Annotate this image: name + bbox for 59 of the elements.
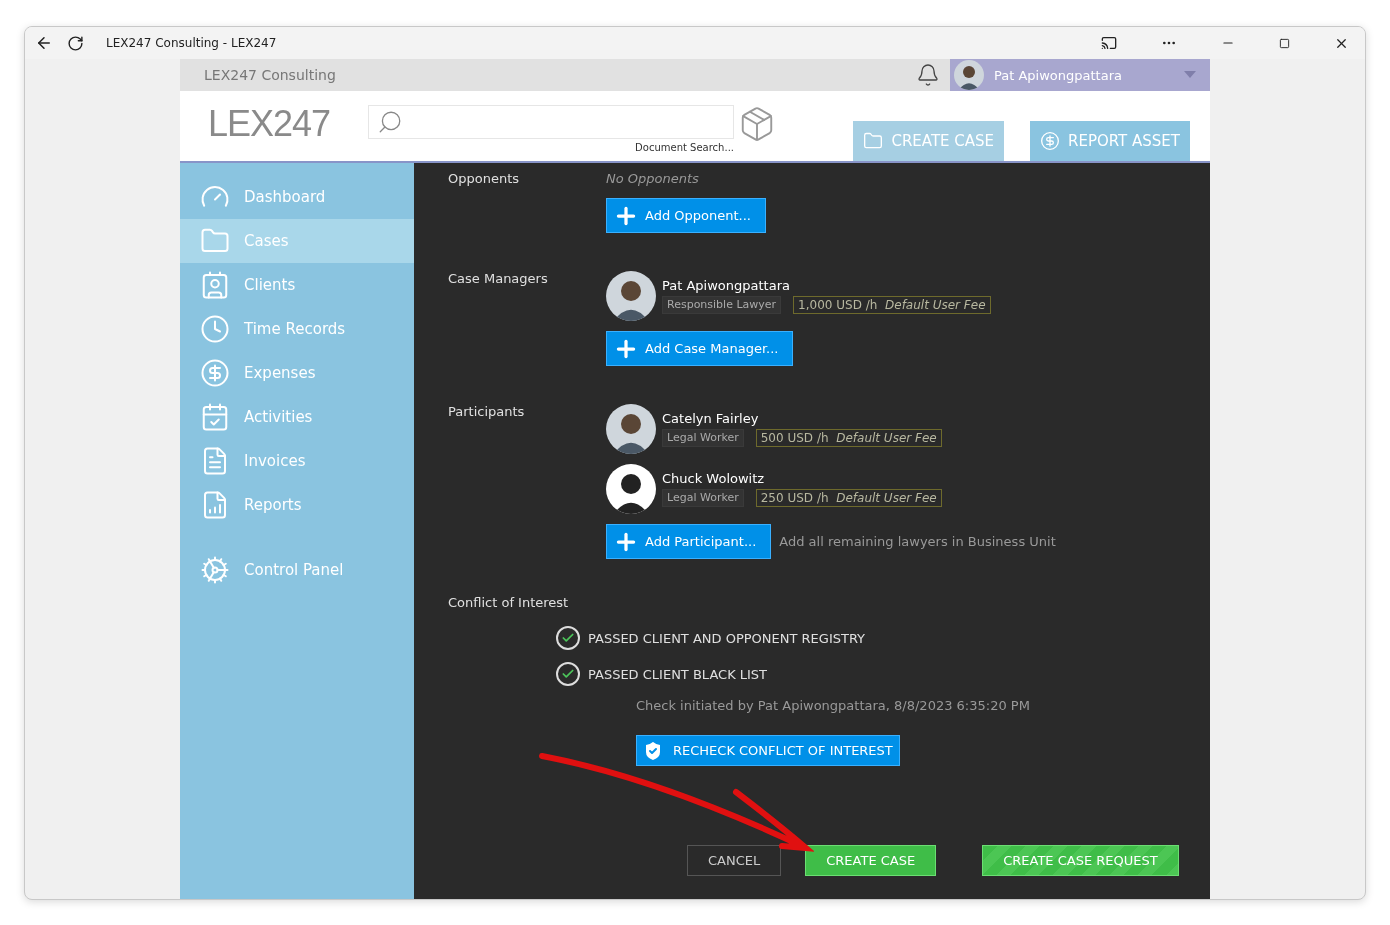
sidebar-item[interactable]: Control Panel (180, 548, 414, 592)
section-label: Opponents (448, 171, 521, 188)
user-menu[interactable]: Pat Apiwongpattara (950, 59, 1210, 91)
bell-icon[interactable] (916, 63, 940, 87)
dollar-icon (1040, 131, 1061, 151)
back-icon[interactable] (35, 34, 53, 52)
avatar (606, 404, 656, 454)
role-tag: Legal Worker (662, 429, 744, 447)
fee-rate: 500 USD /h Default User Fee (755, 429, 942, 447)
action-button[interactable]: CREATE CASE (805, 845, 937, 876)
sidebar-item[interactable]: Expenses (180, 351, 414, 395)
search-field[interactable] (368, 105, 734, 139)
maximize-icon[interactable] (1279, 37, 1290, 49)
folder-icon (863, 131, 884, 151)
section-label: Case Managers (448, 271, 549, 288)
sidebar-item[interactable]: Dashboard (180, 175, 414, 219)
person-name: Catelyn Fairley (662, 411, 760, 426)
sidebar-item[interactable]: Clients (180, 263, 414, 307)
person-name: Pat Apiwongpattara (662, 278, 791, 293)
empty-message: No Opponents (606, 171, 699, 186)
check-result: PASSED CLIENT AND OPPONENT REGISTRY (588, 630, 866, 646)
window-title: LEX247 Consulting - LEX247 (106, 36, 278, 50)
avatar (606, 271, 656, 321)
logo: LEX247 (208, 103, 332, 145)
check-result: PASSED CLIENT BLACK LIST (588, 666, 768, 682)
section-label: Participants (448, 404, 526, 421)
add-opponent-button[interactable]: Add Opponent... (606, 198, 766, 233)
avatar (954, 60, 984, 90)
role-tag: Responsible Lawyer (662, 296, 782, 314)
fee-rate: 250 USD /h Default User Fee (755, 489, 942, 507)
check-info: Check initiated by Pat Apiwongpattara, 8/8/2023 6:35:20 PM (636, 698, 1031, 713)
cast-icon[interactable] (1101, 35, 1117, 51)
contact-card-icon (200, 270, 230, 300)
person-name: Chuck Wolowitz (662, 471, 766, 486)
sidebar-item[interactable]: Activities (180, 395, 414, 439)
sidebar-item[interactable]: Cases (180, 219, 414, 263)
dollar-icon (200, 358, 230, 388)
action-button[interactable]: CREATE CASE REQUEST (982, 845, 1179, 876)
calendar-icon (200, 402, 230, 432)
search-caption: Document Search... (635, 142, 734, 153)
header-button[interactable]: REPORT ASSET (1030, 121, 1190, 161)
organization-name: LEX247 Consulting (203, 67, 337, 83)
section-label: Conflict of Interest (448, 595, 570, 610)
action-button[interactable]: CANCEL (687, 845, 782, 876)
caret-icon (1184, 71, 1196, 79)
avatar (606, 464, 656, 514)
add-case-manager-button[interactable]: Add Case Manager... (606, 331, 794, 366)
add-all-link[interactable]: Add all remaining lawyers in Business Unit (779, 534, 1056, 549)
sidebar-item[interactable]: Time Records (180, 307, 414, 351)
search-icon (377, 109, 403, 135)
add-participant-button[interactable]: Add Participant... (606, 524, 772, 559)
sidebar-item[interactable]: Invoices (180, 439, 414, 483)
refresh-icon[interactable] (67, 34, 84, 52)
gears-icon (200, 555, 230, 585)
role-tag: Legal Worker (662, 489, 744, 507)
fee-rate: 1,000 USD /h Default User Fee (793, 296, 991, 314)
sidebar-item[interactable]: Reports (180, 483, 414, 527)
clock-icon (200, 314, 230, 344)
recheck-button[interactable]: RECHECK CONFLICT OF INTEREST (636, 735, 900, 766)
